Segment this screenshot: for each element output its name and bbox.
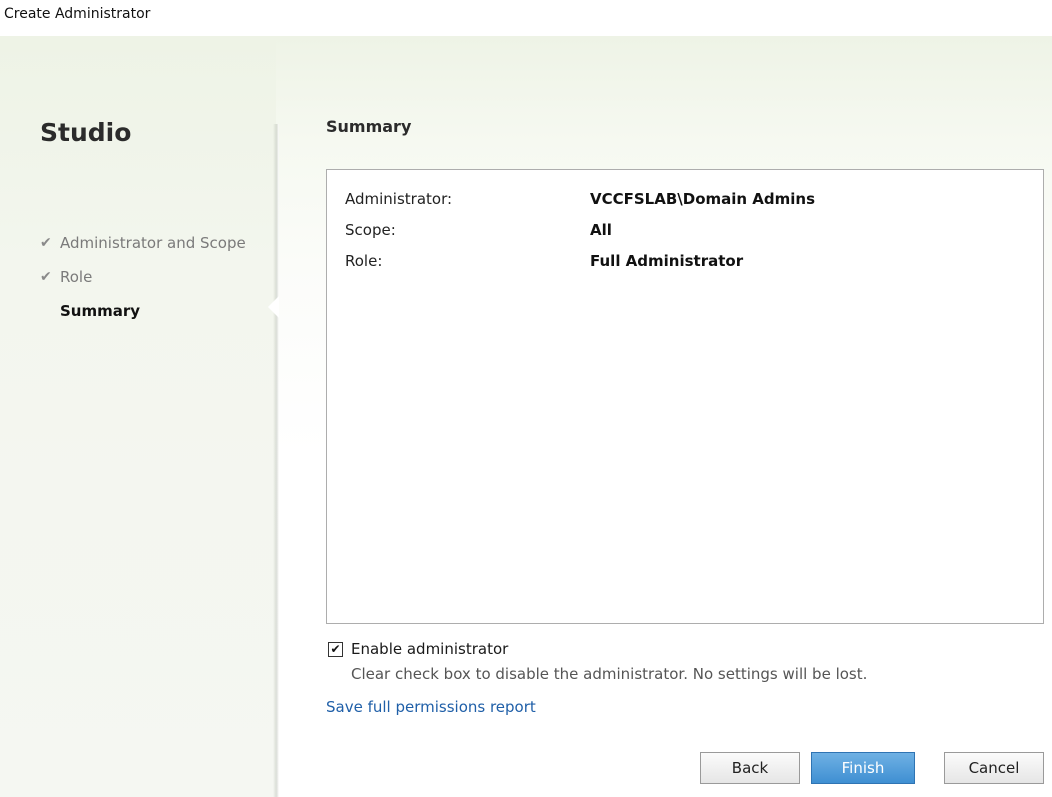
- studio-brand: Studio: [40, 118, 132, 147]
- summary-row-scope: Scope: All: [345, 221, 612, 245]
- cancel-button[interactable]: Cancel: [944, 752, 1044, 784]
- summary-row-role: Role: Full Administrator: [345, 252, 743, 276]
- step-label: Summary: [60, 302, 141, 320]
- save-permissions-report-link[interactable]: Save full permissions report: [326, 698, 536, 716]
- summary-value: Full Administrator: [590, 252, 744, 270]
- step-summary: Summary: [40, 294, 246, 328]
- back-button[interactable]: Back: [700, 752, 800, 784]
- step-role[interactable]: ✔ Role: [40, 260, 246, 294]
- summary-label: Administrator:: [345, 190, 453, 208]
- step-label: Administrator and Scope: [60, 234, 246, 252]
- summary-value: All: [590, 221, 612, 239]
- summary-label: Role:: [345, 252, 383, 270]
- enable-administrator-option[interactable]: ✔ Enable administrator: [328, 640, 508, 658]
- wizard-dialog: Studio ✔ Administrator and Scope ✔ Role …: [0, 36, 1052, 797]
- summary-panel: Administrator: VCCFSLAB\Domain Admins Sc…: [326, 169, 1044, 624]
- enable-administrator-label[interactable]: Enable administrator: [351, 640, 508, 658]
- wizard-steps: ✔ Administrator and Scope ✔ Role Summary: [40, 226, 246, 328]
- current-step-pointer-icon: [268, 296, 279, 318]
- enable-administrator-checkbox[interactable]: ✔: [328, 641, 343, 657]
- enable-administrator-hint: Clear check box to disable the administr…: [351, 665, 868, 683]
- sidebar-divider: [273, 124, 279, 797]
- summary-label: Scope:: [345, 221, 396, 239]
- window-title: Create Administrator: [4, 6, 151, 22]
- wizard-sidebar: [0, 36, 276, 797]
- step-administrator-and-scope[interactable]: ✔ Administrator and Scope: [40, 226, 246, 260]
- summary-value: VCCFSLAB\Domain Admins: [590, 190, 816, 208]
- checkmark-icon: ✔: [40, 269, 52, 285]
- title-bar: Create Administrator: [0, 0, 1052, 36]
- step-label: Role: [60, 268, 93, 286]
- page-title: Summary: [326, 117, 412, 136]
- summary-row-administrator: Administrator: VCCFSLAB\Domain Admins: [345, 190, 815, 214]
- checkmark-icon: ✔: [40, 235, 52, 251]
- finish-button[interactable]: Finish: [811, 752, 915, 784]
